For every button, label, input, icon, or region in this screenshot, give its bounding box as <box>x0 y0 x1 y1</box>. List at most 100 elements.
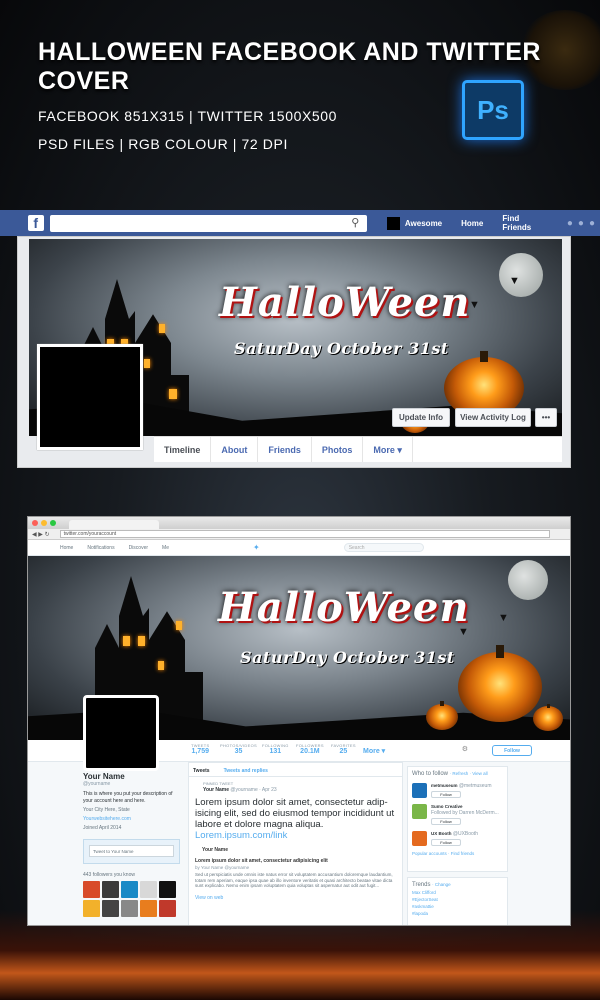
view-activity-log-button[interactable]: View Activity Log <box>455 408 531 427</box>
trends-heading: Trends · Change <box>412 882 503 888</box>
profile-joined: Joined April 2014 <box>83 825 122 831</box>
tweet-link[interactable]: Lorem.ipsum.com/link <box>195 830 287 841</box>
tab-about[interactable]: About <box>211 437 259 462</box>
tweet-author[interactable]: Your Name @yourname · Apr 23 <box>189 786 402 793</box>
tweet-body: Lorem ipsum dolor sit amet, consectetur … <box>195 797 395 830</box>
twitter-search-input[interactable]: Search <box>343 543 424 552</box>
tweet-to-box: Tweet to Your Name <box>83 839 180 864</box>
suggestion-sub: Followed by Darren McDerm... <box>431 810 499 816</box>
follower-avatar[interactable] <box>102 900 119 917</box>
search-icon[interactable]: ⚲ <box>351 216 359 229</box>
follower-avatar[interactable] <box>159 900 176 917</box>
card-author[interactable]: Your Name <box>189 841 402 853</box>
update-info-button[interactable]: Update Info <box>392 408 450 427</box>
browser-chrome <box>28 517 570 529</box>
more-options-button[interactable]: ••• <box>535 408 557 427</box>
follow-button[interactable]: Follow <box>431 818 461 825</box>
stat-value: 20.1M <box>300 748 320 755</box>
avatar[interactable] <box>412 783 427 798</box>
back-icon[interactable]: ◀ ▶ ↻ <box>32 531 50 538</box>
follower-avatar[interactable] <box>121 900 138 917</box>
facebook-user-name[interactable]: Awesome <box>405 219 442 228</box>
gear-icon[interactable]: ⚙ <box>462 745 468 753</box>
profile-handle[interactable]: @yourname <box>83 781 183 787</box>
facebook-nav-home[interactable]: Home <box>461 219 483 228</box>
tab-tweets-and-replies[interactable]: Tweets and replies <box>224 768 268 776</box>
twitter-profile-picture[interactable] <box>83 695 159 771</box>
twitter-bird-icon[interactable]: ✦ <box>253 543 260 552</box>
tab-tweets[interactable]: Tweets <box>193 768 210 776</box>
address-bar[interactable]: twitter.com/youraccount <box>59 530 550 538</box>
stat-followers[interactable]: FOLLOWERS 20.1M <box>296 743 324 755</box>
tab-photos[interactable]: Photos <box>312 437 364 462</box>
facebook-nav-find-friends[interactable]: Find Friends <box>502 214 549 232</box>
stat-value: 25 <box>339 748 348 755</box>
nav-home[interactable]: Home <box>60 545 73 551</box>
stat-photos[interactable]: PHOTOS/VIDEOS 35 <box>220 743 257 755</box>
follow-button[interactable]: Follow <box>492 745 532 756</box>
trend-item[interactable]: #lapoda <box>412 911 503 916</box>
facebook-page: ▼ ▼ HalloWeen SaturDay October 31st Upda… <box>17 236 571 468</box>
castle-window <box>169 389 177 399</box>
follower-avatar[interactable] <box>140 900 157 917</box>
facebook-search-input[interactable]: ⚲ <box>49 214 368 232</box>
tweet-author-name[interactable]: Your Name <box>203 787 229 793</box>
profile-bio: This is where you put your description o… <box>83 791 173 804</box>
follow-button[interactable]: Follow <box>431 839 461 846</box>
card-body: Sed ut perspiciatis unde omnis iste natu… <box>195 872 393 888</box>
tab-more[interactable]: More ▾ <box>363 437 413 462</box>
stat-value: 1,759 <box>191 748 209 755</box>
avatar[interactable] <box>412 831 427 846</box>
tab-friends[interactable]: Friends <box>258 437 312 462</box>
trends-title: Trends <box>412 882 431 888</box>
follower-avatar[interactable] <box>83 881 100 898</box>
facebook-top-bar: f ⚲ Awesome Home Find Friends ●●● <box>0 210 600 236</box>
suggestion-name[interactable]: Sumo Creative <box>431 804 463 809</box>
follower-avatar[interactable] <box>83 900 100 917</box>
tab-timeline[interactable]: Timeline <box>154 437 212 462</box>
follower-avatar[interactable] <box>159 881 176 898</box>
facebook-mockup: f ⚲ Awesome Home Find Friends ●●● ▼ ▼ Ha… <box>0 210 600 468</box>
notification-icons[interactable]: ●●● <box>567 218 600 229</box>
profile-name[interactable]: Your Name <box>83 772 183 781</box>
nav-discover[interactable]: Discover <box>129 545 148 551</box>
view-on-web-link[interactable]: View on web <box>189 889 402 901</box>
stat-tweets[interactable]: TWEETS 1,759 <box>191 743 209 755</box>
refresh-view-all-link[interactable]: · Refresh · View all <box>450 771 488 776</box>
maximize-window-icon[interactable] <box>50 520 56 526</box>
follow-button[interactable]: Follow <box>431 791 461 798</box>
nav-me[interactable]: Me <box>162 545 169 551</box>
avatar[interactable] <box>387 216 400 230</box>
trend-item[interactable]: #askmattie <box>412 904 503 909</box>
tweet-text: Lorem ipsum dolor sit amet, consectetur … <box>189 793 402 841</box>
tweet-author-handle: @yourname · Apr 23 <box>230 787 277 793</box>
nav-notifications[interactable]: Notifications <box>87 545 114 551</box>
pumpkin-icon <box>533 703 563 731</box>
card-title[interactable]: Lorem ipsum dolor sit amet, consectetur … <box>189 853 402 864</box>
close-window-icon[interactable] <box>32 520 38 526</box>
popular-accounts-link[interactable]: Popular accounts · Find friends <box>412 851 503 856</box>
facebook-profile-picture[interactable] <box>37 344 143 450</box>
profile-website-link[interactable]: Yourwebsitehere.com <box>83 816 183 822</box>
follower-avatar[interactable] <box>121 881 138 898</box>
trend-item[interactable]: #EjectorSeat <box>412 897 503 902</box>
followers-you-know[interactable]: 443 followers you know <box>83 872 183 878</box>
followers-grid <box>83 881 183 917</box>
suggestion-name[interactable]: UX Booth <box>431 831 452 836</box>
cover-title: HalloWeen <box>218 584 470 631</box>
facebook-logo-icon[interactable]: f <box>28 215 44 231</box>
stat-following[interactable]: FOLLOWING 131 <box>262 743 289 755</box>
bat-icon: ▼ <box>509 275 520 287</box>
avatar[interactable] <box>412 804 427 819</box>
trend-item[interactable]: Max Clifford <box>412 890 503 895</box>
browser-tab[interactable] <box>69 520 159 529</box>
stat-more[interactable]: More ▾ <box>363 747 385 755</box>
twitter-mockup: ◀ ▶ ↻ twitter.com/youraccount Home Notif… <box>27 516 571 926</box>
follower-avatar[interactable] <box>140 881 157 898</box>
suggestion-name[interactable]: metmuseum <box>431 783 458 788</box>
minimize-window-icon[interactable] <box>41 520 47 526</box>
follower-avatar[interactable] <box>102 881 119 898</box>
stat-favorites[interactable]: FAVORITES 25 <box>331 743 356 755</box>
tweet-to-input[interactable]: Tweet to Your Name <box>89 845 174 857</box>
trends-change-link[interactable]: · Change <box>432 882 451 887</box>
